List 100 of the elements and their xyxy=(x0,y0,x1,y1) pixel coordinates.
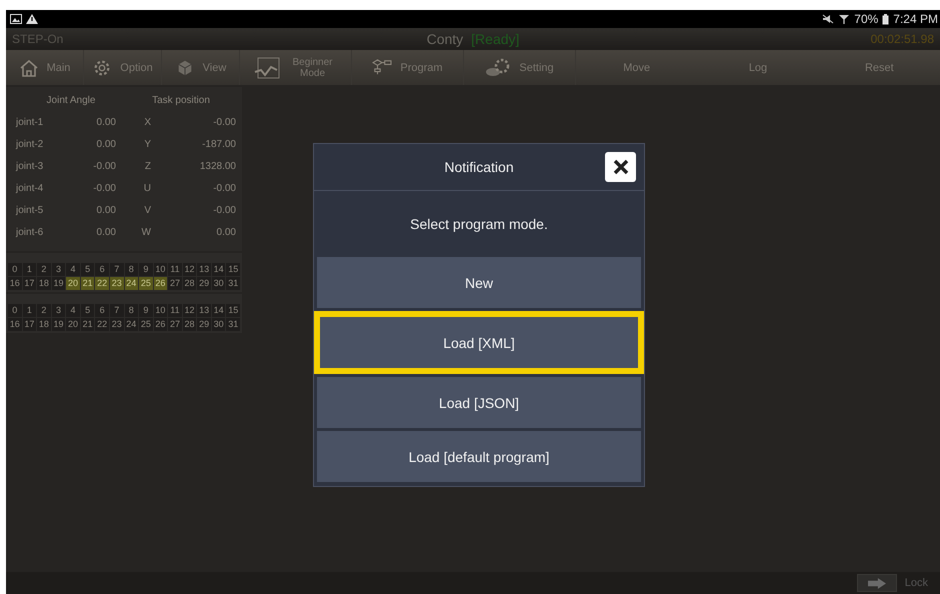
io-cell: 12 xyxy=(182,263,196,276)
io-cell: 26 xyxy=(154,318,168,331)
joint-value: -0.00 xyxy=(92,160,116,172)
flowchart-icon xyxy=(372,58,392,76)
io-cell: 30 xyxy=(212,318,226,331)
io-cell: 4 xyxy=(66,304,80,317)
axis-label: V xyxy=(143,204,151,216)
mode-choice[interactable]: New xyxy=(317,257,641,308)
toolbar-button[interactable]: Beginner Mode xyxy=(240,50,352,85)
io-cell: 28 xyxy=(182,318,196,331)
io-cell: 5 xyxy=(80,304,94,317)
io-cell: 3 xyxy=(52,304,66,317)
joint-value: 0.00 xyxy=(96,226,116,238)
io-cell: 1 xyxy=(22,263,36,276)
toolbar-button[interactable]: Setting xyxy=(464,50,576,85)
chart-icon xyxy=(254,56,280,78)
joint-label: joint-3 xyxy=(16,160,44,172)
io-cell: 0 xyxy=(8,304,22,317)
io-cell: 22 xyxy=(95,277,109,290)
axis-value: -0.00 xyxy=(212,204,236,216)
io-cell: 10 xyxy=(154,263,168,276)
io-cell: 24 xyxy=(124,318,138,331)
io-cell: 14 xyxy=(212,304,226,317)
io-cell: 22 xyxy=(95,318,109,331)
joint-label: joint-1 xyxy=(16,116,44,128)
arrow-button[interactable] xyxy=(856,574,897,592)
io-cell: 26 xyxy=(154,277,168,290)
mute-icon xyxy=(822,14,834,24)
dialog-message: Select program mode. xyxy=(409,215,549,234)
io-cell: 9 xyxy=(139,304,153,317)
io-cell: 29 xyxy=(197,318,211,331)
mode-choice[interactable]: Load [default program] xyxy=(317,431,641,482)
mode-choice[interactable]: Load [JSON] xyxy=(317,377,641,428)
io-cell: 27 xyxy=(168,318,182,331)
io-cell: 5 xyxy=(80,263,94,276)
image-icon xyxy=(10,14,22,24)
axis-label: W xyxy=(140,226,151,238)
gears-icon xyxy=(485,56,512,78)
axis-value: 0.00 xyxy=(216,226,236,238)
io-cell: 8 xyxy=(124,304,138,317)
io-cell: 2 xyxy=(37,263,51,276)
io-cell: 13 xyxy=(197,263,211,276)
warning-icon xyxy=(26,14,38,24)
axis-value: 1328.00 xyxy=(198,160,236,172)
io-cell: 29 xyxy=(197,277,211,290)
io-cell: 7 xyxy=(110,304,124,317)
io-cell: 20 xyxy=(66,318,80,331)
io-cell: 11 xyxy=(168,304,182,317)
joint-label: joint-4 xyxy=(16,182,44,194)
io-cell: 12 xyxy=(182,304,196,317)
io-cell: 19 xyxy=(52,277,66,290)
axis-value: -0.00 xyxy=(212,116,236,128)
io-cell: 11 xyxy=(168,263,182,276)
joint-label: joint-6 xyxy=(16,226,44,238)
axis-value: -0.00 xyxy=(212,182,236,194)
toolbar-button[interactable]: View xyxy=(162,50,240,85)
gear-icon xyxy=(92,58,112,76)
dialog-title: Notification xyxy=(444,159,514,175)
toolbar-button[interactable]: Move xyxy=(576,50,698,85)
column-header: Task position xyxy=(151,94,211,106)
io-cell: 9 xyxy=(139,263,153,276)
io-cell: 21 xyxy=(80,318,94,331)
io-cell: 30 xyxy=(212,277,226,290)
column-header: Joint Angle xyxy=(46,94,96,106)
io-cell: 23 xyxy=(110,277,124,290)
lock-label: Lock xyxy=(904,577,928,589)
io-cell: 19 xyxy=(52,318,66,331)
io-cell: 31 xyxy=(226,277,240,290)
home-icon xyxy=(18,58,39,76)
io-cell: 6 xyxy=(95,263,109,276)
io-cell: 10 xyxy=(154,304,168,317)
io-cell: 15 xyxy=(226,304,240,317)
axis-value: -187.00 xyxy=(201,138,236,150)
io-cell: 6 xyxy=(95,304,109,317)
io-cell: 21 xyxy=(80,277,94,290)
io-cell: 20 xyxy=(66,277,80,290)
toolbar-button[interactable]: Option xyxy=(84,50,162,85)
io-cell: 7 xyxy=(110,263,124,276)
toolbar-button[interactable]: Reset xyxy=(818,50,940,85)
mode-choice[interactable]: Load [XML] xyxy=(314,311,644,374)
toolbar-button[interactable]: Program xyxy=(352,50,464,85)
joint-value: 0.00 xyxy=(96,116,116,128)
toolbar-button[interactable]: Main xyxy=(6,50,84,85)
battery-icon xyxy=(882,14,890,24)
robot-name: Conty xyxy=(426,31,464,47)
axis-label: Z xyxy=(144,160,151,172)
io-cell: 14 xyxy=(212,263,226,276)
joint-value: 0.00 xyxy=(96,204,116,216)
joint-value: -0.00 xyxy=(92,182,116,194)
close-button[interactable] xyxy=(605,152,636,182)
io-cell: 25 xyxy=(139,318,153,331)
toolbar-button[interactable]: Log xyxy=(697,50,819,85)
io-cell: 24 xyxy=(124,277,138,290)
axis-label: Y xyxy=(143,138,151,150)
io-cell: 23 xyxy=(110,318,124,331)
io-cell: 4 xyxy=(66,263,80,276)
arrow-icon xyxy=(868,578,886,588)
io-cell: 17 xyxy=(22,277,36,290)
io-cell: 13 xyxy=(197,304,211,317)
io-cell: 1 xyxy=(22,304,36,317)
